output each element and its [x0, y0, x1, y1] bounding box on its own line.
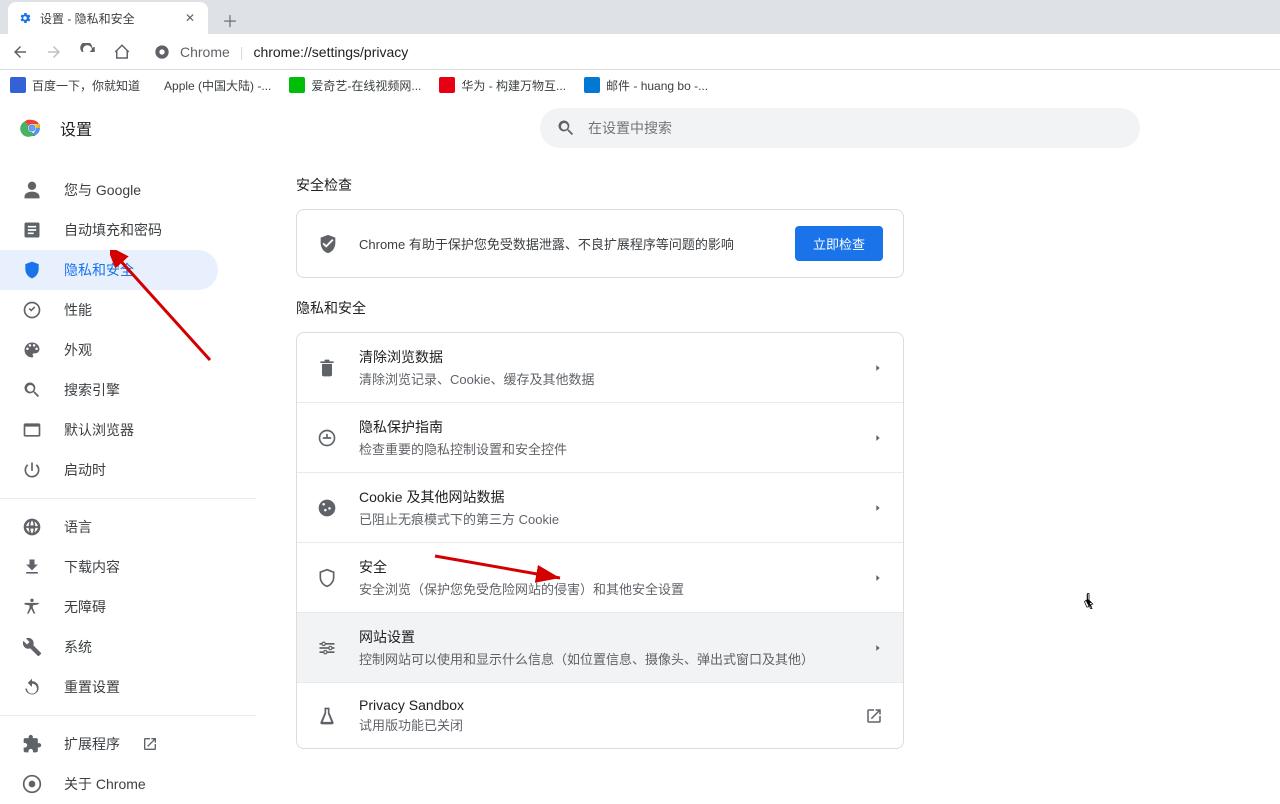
chrome-icon: [154, 44, 170, 60]
chevron-right-icon: [873, 433, 883, 443]
chevron-right-icon: [873, 643, 883, 653]
address-url: chrome://settings/privacy: [253, 44, 408, 60]
bookmark-item[interactable]: Apple (中国大陆) -...: [158, 77, 271, 94]
home-button[interactable]: [112, 42, 132, 62]
forward-button[interactable]: [44, 42, 64, 62]
sidebar-item-about-chrome[interactable]: 关于 Chrome: [0, 764, 218, 804]
flask-icon: [317, 706, 337, 726]
divider: [0, 715, 256, 716]
sidebar-item-default-browser[interactable]: 默认浏览器: [0, 410, 218, 450]
back-button[interactable]: [10, 42, 30, 62]
new-tab-button[interactable]: ＋: [216, 6, 244, 34]
sidebar-item-accessibility[interactable]: 无障碍: [0, 587, 218, 627]
safety-text: Chrome 有助于保护您免受数据泄露、不良扩展程序等问题的影响: [359, 234, 775, 253]
item-clear-data[interactable]: 清除浏览数据清除浏览记录、Cookie、缓存及其他数据: [297, 333, 903, 402]
privacy-card: 清除浏览数据清除浏览记录、Cookie、缓存及其他数据 隐私保护指南检查重要的隐…: [296, 332, 904, 749]
settings-header: 设置: [0, 100, 1280, 156]
sidebar-item-appearance[interactable]: 外观: [0, 330, 218, 370]
chrome-logo-icon: [20, 116, 44, 140]
search-icon: [556, 118, 576, 138]
bookmark-item[interactable]: 华为 - 构建万物互...: [439, 77, 566, 94]
tab-title: 设置 - 隐私和安全: [40, 10, 135, 27]
sidebar-item-search-engine[interactable]: 搜索引擎: [0, 370, 218, 410]
bookmark-item[interactable]: 邮件 - huang bo -...: [584, 77, 708, 94]
section-title-privacy: 隐私和安全: [296, 298, 1280, 318]
item-security[interactable]: 安全安全浏览（保护您免受危险网站的侵害）和其他安全设置: [297, 542, 903, 612]
cookie-icon: [317, 498, 337, 518]
search-input[interactable]: [588, 120, 1124, 136]
external-link-icon: [865, 707, 883, 725]
shield-icon: [317, 568, 337, 588]
bookmark-item[interactable]: 爱奇艺-在线视频网...: [289, 77, 421, 94]
shield-check-icon: [317, 233, 339, 255]
sidebar-item-extensions[interactable]: 扩展程序: [0, 724, 218, 764]
divider: [0, 498, 256, 499]
safety-check-card: Chrome 有助于保护您免受数据泄露、不良扩展程序等问题的影响 立即检查: [296, 209, 904, 278]
chevron-right-icon: [873, 503, 883, 513]
chevron-right-icon: [873, 573, 883, 583]
gear-icon: [18, 11, 32, 25]
sidebar: 您与 Google 自动填充和密码 隐私和安全 性能 外观 搜索引擎 默认浏览器…: [0, 100, 256, 755]
browser-tab[interactable]: 设置 - 隐私和安全 ✕: [8, 2, 208, 34]
sidebar-item-reset[interactable]: 重置设置: [0, 667, 218, 707]
settings-search[interactable]: [540, 108, 1140, 148]
sidebar-item-system[interactable]: 系统: [0, 627, 218, 667]
external-link-icon: [142, 736, 158, 752]
toolbar: Chrome | chrome://settings/privacy: [0, 34, 1280, 70]
section-title-safety: 安全检查: [296, 175, 1280, 195]
close-icon[interactable]: ✕: [182, 10, 198, 26]
page-title: 设置: [60, 116, 92, 140]
reload-button[interactable]: [78, 42, 98, 62]
compass-icon: [317, 428, 337, 448]
bookmarks-bar: 百度一下，你就知道 Apple (中国大陆) -... 爱奇艺-在线视频网...…: [0, 70, 1280, 100]
address-bar[interactable]: Chrome | chrome://settings/privacy: [146, 44, 1270, 60]
sidebar-item-you-and-google[interactable]: 您与 Google: [0, 170, 218, 210]
sidebar-item-downloads[interactable]: 下载内容: [0, 547, 218, 587]
main-content: 安全检查 Chrome 有助于保护您免受数据泄露、不良扩展程序等问题的影响 立即…: [256, 100, 1280, 755]
tab-bar: 设置 - 隐私和安全 ✕ ＋: [0, 0, 1280, 34]
address-label: Chrome: [180, 44, 230, 60]
item-cookies[interactable]: Cookie 及其他网站数据已阻止无痕模式下的第三方 Cookie: [297, 472, 903, 542]
trash-icon: [317, 358, 337, 378]
item-site-settings[interactable]: 网站设置控制网站可以使用和显示什么信息（如位置信息、摄像头、弹出式窗口及其他）: [297, 612, 903, 682]
cursor-icon: [1080, 590, 1098, 612]
bookmark-item[interactable]: 百度一下，你就知道: [10, 77, 140, 94]
sidebar-item-autofill[interactable]: 自动填充和密码: [0, 210, 218, 250]
tune-icon: [317, 638, 337, 658]
sidebar-item-on-startup[interactable]: 启动时: [0, 450, 218, 490]
sidebar-item-languages[interactable]: 语言: [0, 507, 218, 547]
item-privacy-sandbox[interactable]: Privacy Sandbox试用版功能已关闭: [297, 682, 903, 748]
sidebar-item-performance[interactable]: 性能: [0, 290, 218, 330]
check-now-button[interactable]: 立即检查: [795, 226, 883, 261]
item-privacy-guide[interactable]: 隐私保护指南检查重要的隐私控制设置和安全控件: [297, 402, 903, 472]
chevron-right-icon: [873, 363, 883, 373]
sidebar-item-privacy[interactable]: 隐私和安全: [0, 250, 218, 290]
